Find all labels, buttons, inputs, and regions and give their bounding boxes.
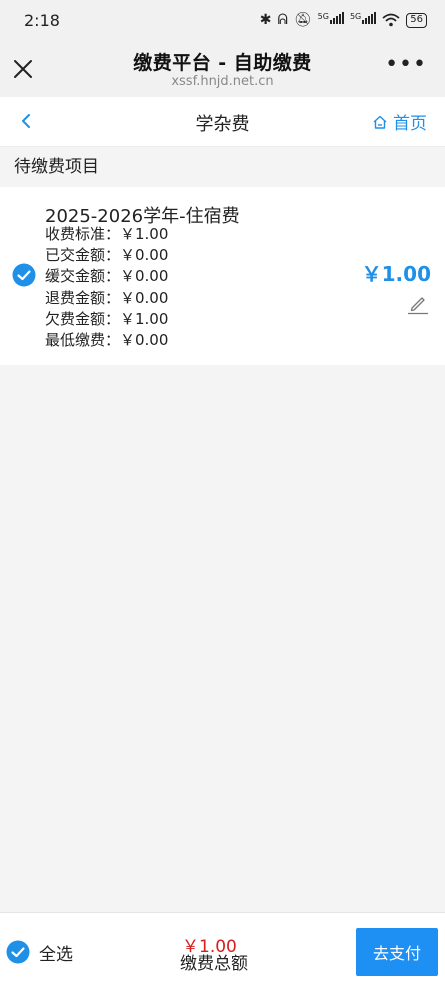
webview-header: 缴费平台 - 自助缴费 xssf.hnjd.net.cn ••• xyxy=(0,40,445,97)
section-label: 待缴费项目 xyxy=(14,157,99,177)
item-amount: ￥1.00 xyxy=(361,262,431,286)
item-minimum: 最低缴费：￥0.00 xyxy=(45,330,169,349)
item-owed: 欠费金额：￥1.00 xyxy=(45,309,169,328)
webview-title: 缴费平台 - 自助缴费 xyxy=(133,52,312,74)
battery-icon: 56 xyxy=(406,12,427,28)
bluetooth-icon: ✱ xyxy=(259,12,272,28)
item-refund: 退费金额：￥0.00 xyxy=(45,288,169,307)
item-standard: 收费标准：￥1.00 xyxy=(45,225,169,243)
wifi-icon xyxy=(382,13,400,27)
select-all-checkbox[interactable] xyxy=(6,940,30,964)
nav-bar: 学杂费 首页 xyxy=(0,97,445,147)
webview-url: xssf.hnjd.net.cn xyxy=(171,74,274,89)
edit-icon[interactable] xyxy=(407,293,429,315)
item-paid: 已交金额：￥0.00 xyxy=(45,246,169,265)
status-icons: ✱ ᕱ 🔕︎ 5G 5G 56 xyxy=(260,12,427,28)
mute-bell-icon: 🔕︎ xyxy=(293,12,312,28)
fee-item-card[interactable]: 2025-2026学年-住宿费 收费标准：￥1.00 已交金额：￥0.00 缓交… xyxy=(0,187,445,365)
total-label: 缴费总额 xyxy=(180,954,248,974)
signal-2: 5G xyxy=(350,12,377,28)
home-label: 首页 xyxy=(393,114,427,134)
select-all-label[interactable]: 全选 xyxy=(39,940,73,965)
item-deferred: 缓交金额：￥0.00 xyxy=(45,267,169,286)
status-bar: 2:18 ✱ ᕱ 🔕︎ 5G 5G 56 xyxy=(0,0,445,40)
home-icon xyxy=(373,115,387,129)
status-time: 2:18 xyxy=(24,10,60,30)
item-details: 收费标准：￥1.00 已交金额：￥0.00 缓交金额：￥0.00 退费金额：￥0… xyxy=(45,224,168,351)
more-icon[interactable]: ••• xyxy=(385,54,427,76)
pay-button[interactable]: 去支付 xyxy=(356,928,438,976)
home-link[interactable]: 首页 xyxy=(372,109,427,134)
bottom-bar: 全选 ￥1.00 缴费总额 去支付 xyxy=(0,912,445,989)
item-checkbox[interactable] xyxy=(12,263,36,287)
signal-1: 5G xyxy=(318,12,344,28)
earbuds-icon: ᕱ xyxy=(277,12,288,28)
